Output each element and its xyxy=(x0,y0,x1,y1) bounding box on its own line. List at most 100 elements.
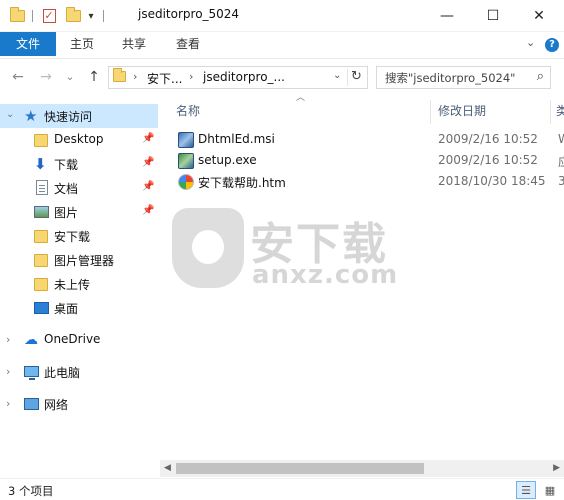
column-header-name[interactable]: 名称 xyxy=(176,100,200,122)
pin-icon: 📌 xyxy=(142,157,155,168)
desktop-icon xyxy=(34,300,50,316)
back-button[interactable]: ← xyxy=(10,69,26,85)
sort-ascending-icon: ︿ xyxy=(296,93,306,103)
nav-item-network[interactable]: › 网络 xyxy=(0,392,158,416)
window-title: jseditorpro_5024 xyxy=(138,7,240,21)
help-icon[interactable]: ? xyxy=(545,38,559,52)
star-icon: ★ xyxy=(24,107,38,125)
nav-label: 快速访问 xyxy=(44,110,93,124)
navigation-bar: ← → ⌄ ↑ › 安下... › jseditorpro_... ⌄ ↻ ⌕ xyxy=(0,58,564,96)
folder-icon xyxy=(34,228,50,244)
breadcrumb-item[interactable]: 安下... xyxy=(147,70,182,87)
folder-icon[interactable] xyxy=(8,7,26,24)
nav-label: 图片管理器 xyxy=(54,254,115,268)
scroll-right-icon[interactable]: ▶ xyxy=(553,463,560,473)
nav-item-downloads[interactable]: ⬇ 下载 📌 xyxy=(0,152,158,176)
folder-icon xyxy=(34,132,50,148)
folder-icon xyxy=(34,252,50,268)
nav-item-anxiazai[interactable]: 安下载 xyxy=(0,224,158,248)
this-pc-icon xyxy=(24,364,40,380)
onedrive-icon: ☁ xyxy=(24,332,38,348)
item-count: 3 个项目 xyxy=(8,484,54,498)
expand-icon[interactable]: › xyxy=(6,397,10,410)
recent-locations-button[interactable]: ⌄ xyxy=(62,69,78,85)
ribbon-expand-icon[interactable]: ⌄ xyxy=(526,36,535,49)
address-bar[interactable]: › 安下... › jseditorpro_... ⌄ ↻ xyxy=(108,66,368,89)
breadcrumb-item[interactable]: jseditorpro_... xyxy=(203,70,285,84)
nav-label: 文档 xyxy=(54,182,79,196)
file-type: 3 xyxy=(558,174,564,188)
htm-file-icon xyxy=(178,174,194,190)
document-icon xyxy=(34,180,50,196)
file-type: W xyxy=(558,132,564,146)
folder-icon xyxy=(34,276,50,292)
breadcrumb-separator-icon[interactable]: › xyxy=(133,70,137,83)
file-modified: 2018/10/30 18:45 xyxy=(438,174,546,188)
nav-label: 网络 xyxy=(44,398,69,412)
watermark-url: anxz.com xyxy=(252,260,399,290)
nav-label: 下载 xyxy=(54,158,79,172)
folder-icon xyxy=(113,68,126,82)
ribbon-tabs: 文件 主页 共享 查看 ⌄ xyxy=(0,32,564,58)
column-divider[interactable] xyxy=(550,100,551,124)
file-row[interactable]: DhtmlEd.msi 2009/2/16 10:52 W xyxy=(174,130,564,150)
pictures-icon xyxy=(34,204,50,220)
watermark: 安下载 anxz.com xyxy=(172,206,397,294)
nav-item-desktop-cn[interactable]: 桌面 xyxy=(0,296,158,320)
breadcrumb-separator-icon[interactable]: › xyxy=(189,70,193,83)
forward-button[interactable]: → xyxy=(38,69,54,85)
maximize-button[interactable]: ☐ xyxy=(470,0,516,32)
tab-home[interactable]: 主页 xyxy=(70,32,94,56)
file-name: setup.exe xyxy=(198,153,257,167)
minimize-button[interactable]: — xyxy=(424,0,470,32)
file-type: 应 xyxy=(558,153,564,170)
tab-view[interactable]: 查看 xyxy=(176,32,200,56)
refresh-button[interactable]: ↻ xyxy=(347,69,365,86)
nav-label: 未上传 xyxy=(54,278,91,292)
nav-item-desktop[interactable]: Desktop 📌 xyxy=(0,128,158,152)
title-bar: ✓ ▾ jseditorpro_5024 — ☐ ✕ xyxy=(0,0,564,32)
pin-icon: 📌 xyxy=(142,205,155,216)
large-icons-view-button[interactable]: ▦ xyxy=(540,481,560,499)
file-row[interactable]: 安下载帮助.htm 2018/10/30 18:45 3 xyxy=(174,172,564,192)
nav-item-this-pc[interactable]: › 此电脑 xyxy=(0,360,158,384)
search-icon[interactable]: ⌕ xyxy=(537,69,544,84)
shield-logo-icon xyxy=(172,208,244,288)
nav-item-onedrive[interactable]: › ☁ OneDrive xyxy=(0,328,158,352)
expand-icon[interactable]: ⌄ xyxy=(6,109,14,120)
close-button[interactable]: ✕ xyxy=(516,0,562,32)
tab-share[interactable]: 共享 xyxy=(122,32,146,56)
search-box[interactable]: ⌕ xyxy=(376,66,551,89)
expand-icon[interactable]: › xyxy=(6,333,10,346)
nav-label: 此电脑 xyxy=(44,366,81,380)
column-header-type[interactable]: 类 xyxy=(556,100,564,122)
properties-icon[interactable]: ✓ xyxy=(40,8,58,24)
file-row[interactable]: setup.exe 2009/2/16 10:52 应 xyxy=(174,151,564,171)
nav-quick-access[interactable]: ⌄ ★ 快速访问 xyxy=(0,104,158,128)
nav-label: 桌面 xyxy=(54,302,79,316)
horizontal-scrollbar[interactable]: ◀ ▶ xyxy=(160,460,564,477)
nav-item-pictures[interactable]: 图片 📌 xyxy=(0,200,158,224)
nav-item-documents[interactable]: 文档 📌 xyxy=(0,176,158,200)
column-divider[interactable] xyxy=(430,100,431,124)
nav-item-picture-manager[interactable]: 图片管理器 xyxy=(0,248,158,272)
qa-separator xyxy=(103,10,104,22)
new-folder-icon[interactable] xyxy=(64,7,82,24)
up-button[interactable]: ↑ xyxy=(86,69,102,85)
tab-file[interactable]: 文件 xyxy=(0,32,56,56)
exe-file-icon xyxy=(178,153,194,169)
qa-separator xyxy=(32,10,33,22)
scroll-left-icon[interactable]: ◀ xyxy=(164,463,171,473)
qa-customize-dropdown[interactable]: ▾ xyxy=(86,8,96,24)
nav-item-not-uploaded[interactable]: 未上传 xyxy=(0,272,158,296)
address-dropdown-icon[interactable]: ⌄ xyxy=(333,70,341,81)
nav-label: 安下载 xyxy=(54,230,91,244)
scrollbar-thumb[interactable] xyxy=(176,463,424,474)
file-modified: 2009/2/16 10:52 xyxy=(438,132,538,146)
navigation-pane: ⌄ ★ 快速访问 Desktop 📌 ⬇ 下载 📌 文档 📌 图片 📌 安下载 … xyxy=(0,100,160,478)
details-view-button[interactable]: ☰ xyxy=(516,481,536,499)
column-header-modified[interactable]: 修改日期 xyxy=(438,100,486,122)
expand-icon[interactable]: › xyxy=(6,365,10,378)
search-input[interactable] xyxy=(377,67,527,88)
nav-label: Desktop xyxy=(54,132,104,146)
